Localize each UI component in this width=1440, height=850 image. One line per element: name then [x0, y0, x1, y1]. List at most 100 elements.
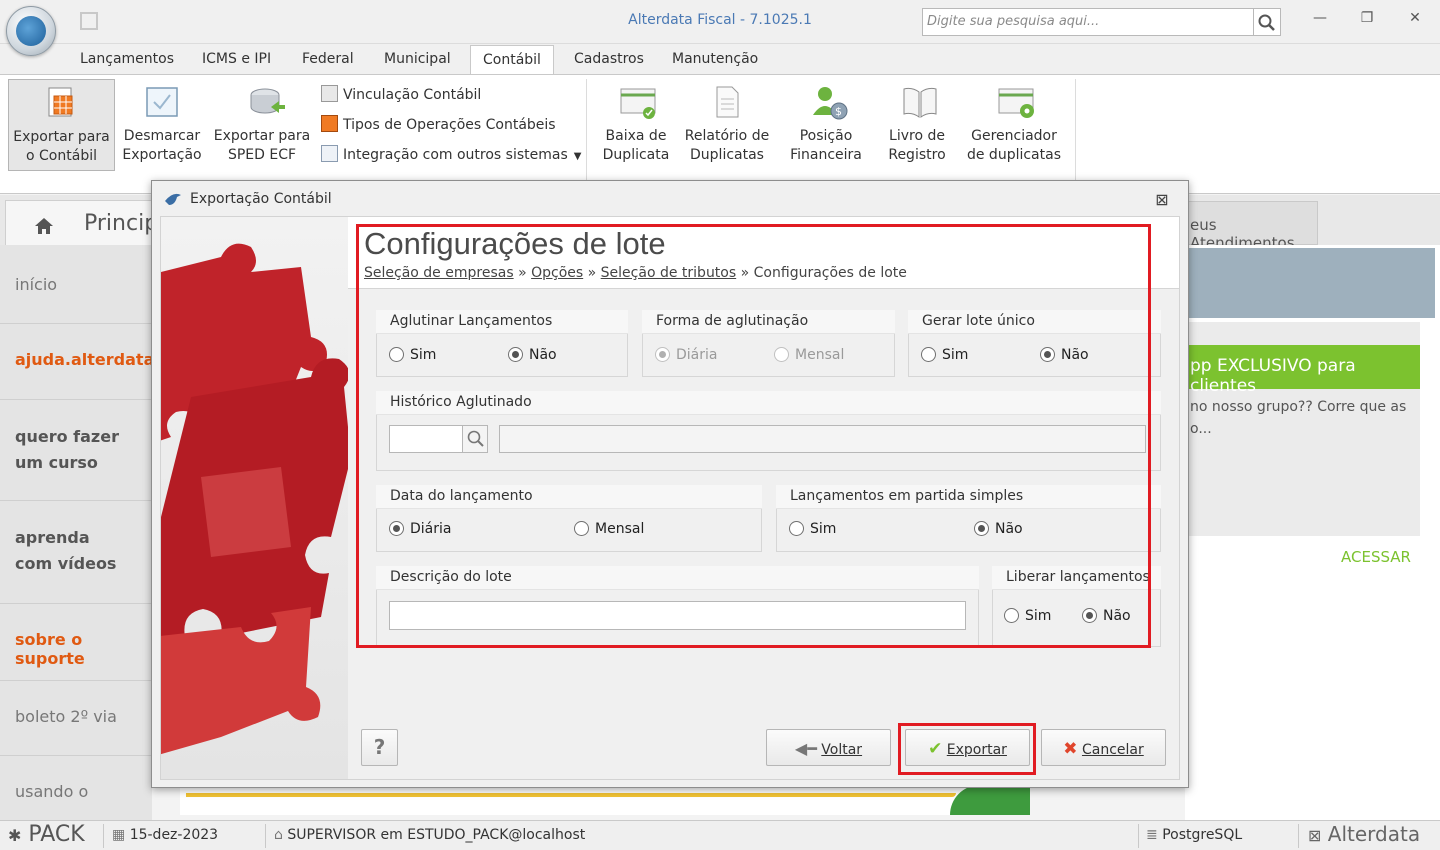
puzzle-illustration: [161, 217, 348, 779]
tab-lancamentos[interactable]: Lançamentos: [80, 51, 174, 67]
ribbon-separator: [586, 79, 587, 187]
minimize-icon: —: [1313, 10, 1327, 26]
tab-municipal[interactable]: Municipal: [384, 51, 451, 67]
link-icon: [321, 85, 338, 102]
status-bar: ✱ PACK ▦ 15-dez-2023 ⌂ SUPERVISOR em EST…: [0, 820, 1440, 850]
promo-access-link[interactable]: ACESSAR: [1341, 548, 1411, 566]
cancel-button[interactable]: ✖ Cancelar: [1041, 729, 1166, 766]
user-label: SUPERVISOR em ESTUDO_PACK@localhost: [287, 827, 586, 843]
help-button[interactable]: ?: [361, 729, 398, 766]
vinculacao-label: Vinculação Contábil: [343, 87, 482, 103]
export-sped-button[interactable]: Exportar para SPED ECF: [212, 85, 312, 165]
posicao-financeira-dropdown[interactable]: $ Posição Financeira: [780, 85, 872, 165]
tab-cadastros[interactable]: Cadastros: [574, 51, 644, 67]
tab-principal[interactable]: Principa: [5, 200, 172, 247]
cancel-label: Cancelar: [1081, 742, 1144, 758]
footer-decoration: [180, 785, 1030, 815]
arrow-left-icon: ◀━: [794, 739, 817, 758]
tab-manutencao[interactable]: Manutenção: [672, 51, 758, 67]
tipos-operacoes-button[interactable]: Tipos de Operações Contábeis: [321, 115, 556, 133]
ribbon: Exportar para o Contábil Desmarcar Expor…: [0, 74, 1440, 194]
unmark-export-button[interactable]: Desmarcar Exportação: [118, 85, 206, 165]
baixa-duplicata-button[interactable]: Baixa de Duplicata: [598, 85, 674, 165]
export-contabil-label: Exportar para o Contábil: [13, 129, 110, 164]
database-icon: ≣: [1146, 827, 1158, 843]
status-database: ≣ PostgreSQL: [1146, 827, 1242, 843]
highlight-frame-settings: [356, 224, 1151, 648]
unmark-export-label: Desmarcar Exportação: [122, 128, 202, 163]
export-sped-label: Exportar para SPED ECF: [213, 128, 311, 163]
search-icon: [1258, 14, 1275, 31]
restore-icon: ❐: [1360, 10, 1374, 26]
quick-access-icon[interactable]: [80, 12, 98, 30]
app-logo-button[interactable]: [6, 6, 56, 56]
menu-item-boleto[interactable]: boleto 2º via: [0, 681, 152, 756]
ledger-check-icon: [619, 85, 656, 119]
database-export-icon: [245, 85, 285, 119]
relatorio-duplicatas-label: Relatório de Duplicatas: [684, 128, 770, 163]
tab-icms-ipi[interactable]: ICMS e IPI: [202, 51, 271, 67]
checkbox-icon: [145, 85, 179, 119]
x-icon: ✖: [1063, 739, 1078, 759]
export-sheet-icon: [45, 86, 79, 120]
close-icon: ✕: [1409, 10, 1421, 26]
close-window-button[interactable]: ✕: [1403, 10, 1427, 32]
person-money-icon: $: [809, 85, 848, 120]
left-menu: início ajuda.alterdata.c quero fazer um …: [0, 245, 170, 820]
posicao-financeira-label: Posição Financeira: [790, 128, 862, 163]
promo-text: no nosso grupo?? Corre que as o...: [1190, 399, 1407, 437]
highlight-frame-export: [898, 723, 1036, 775]
home-icon: [35, 218, 53, 234]
tipos-operacoes-label: Tipos de Operações Contábeis: [343, 117, 556, 133]
gerenciador-duplicatas-label: Gerenciador de duplicatas: [966, 128, 1061, 163]
menu-item-suporte[interactable]: sobre o suporte: [0, 604, 152, 681]
restore-button[interactable]: ❐: [1355, 10, 1379, 32]
right-panel-header: [1185, 248, 1435, 318]
document-icon: [710, 85, 744, 119]
status-user: ⌂ SUPERVISOR em ESTUDO_PACK@localhost: [274, 827, 585, 843]
integracao-dropdown[interactable]: Integração com outros sistemas ▼: [321, 145, 581, 163]
gerenciador-duplicatas-button[interactable]: Gerenciador de duplicatas: [964, 85, 1064, 165]
window-title: Alterdata Fiscal - 7.1025.1: [628, 12, 812, 28]
gear-icon: ✱: [8, 826, 22, 845]
close-icon: ⊠: [1155, 190, 1169, 209]
minimize-button[interactable]: —: [1308, 10, 1332, 32]
ledger-gear-icon: [997, 85, 1034, 119]
livro-registro-dropdown[interactable]: Livro de Registro: [878, 85, 956, 165]
dialog-close-button[interactable]: ⊠: [1153, 191, 1171, 209]
menu-item-inicio[interactable]: início: [0, 245, 152, 324]
baixa-duplicata-label: Baixa de Duplicata: [602, 128, 670, 163]
promo-banner: pp EXCLUSIVO para clientes: [1185, 345, 1420, 396]
server-icon: ⌂: [274, 827, 283, 843]
dialog-title: Exportação Contábil: [190, 191, 332, 207]
back-label: Voltar: [821, 742, 863, 758]
status-date: ▦ 15-dez-2023: [112, 827, 218, 843]
alterdata-logo-icon: ⊠: [1308, 826, 1322, 845]
menu-item-ajuda[interactable]: ajuda.alterdata.c: [0, 324, 170, 400]
brand-logo: ⊠ Alterdata: [1308, 822, 1420, 846]
menu-item-videos[interactable]: aprenda com vídeos: [0, 501, 152, 604]
tab-meus-atendimentos[interactable]: eus Atendimentos: [1175, 201, 1318, 252]
ribbon-separator: [1075, 79, 1076, 187]
menu-item-usando[interactable]: usando o: [0, 756, 152, 820]
database-label: PostgreSQL: [1162, 827, 1243, 843]
bird-logo-icon: [163, 191, 183, 207]
date-label: 15-dez-2023: [129, 827, 219, 843]
svg-text:$: $: [835, 105, 842, 118]
vinculacao-contabil-button[interactable]: Vinculação Contábil: [321, 85, 481, 103]
relatorio-duplicatas-button[interactable]: Relatório de Duplicatas: [682, 85, 772, 165]
search-button[interactable]: [1254, 8, 1281, 36]
tab-contabil[interactable]: Contábil: [470, 45, 554, 75]
integracao-label: Integração com outros sistemas: [343, 147, 568, 163]
menu-item-curso[interactable]: quero fazer um curso: [0, 400, 152, 501]
livro-registro-label: Livro de Registro: [888, 128, 946, 163]
calendar-icon: ▦: [112, 827, 126, 843]
chevron-down-icon: ▼: [573, 151, 582, 162]
tab-federal[interactable]: Federal: [302, 51, 354, 67]
export-contabil-button[interactable]: Exportar para o Contábil: [8, 79, 115, 171]
back-button[interactable]: ◀━ Voltar: [766, 729, 891, 766]
search-input[interactable]: Digite sua pesquisa aqui...: [922, 8, 1254, 36]
product-label: PACK: [28, 822, 85, 847]
book-icon: [900, 85, 937, 119]
product-name: ✱ PACK: [8, 822, 85, 847]
